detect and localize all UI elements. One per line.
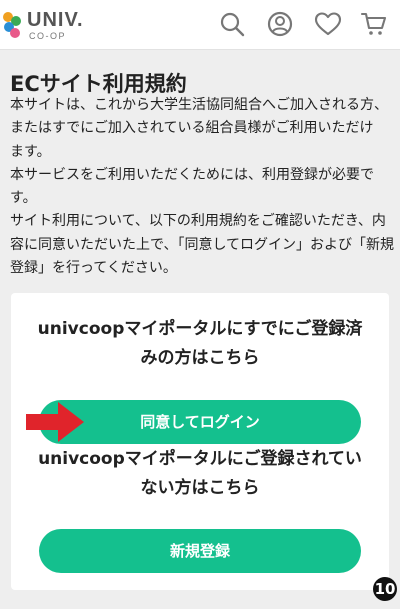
unregistered-heading-line: ない方はこちら (140, 478, 260, 498)
univ-coop-logo[interactable]: UNIV. CO-OP (2, 7, 83, 41)
intro-line: 登録」を行ってください。 (10, 260, 177, 277)
logo-text-univ: UNIV. (27, 9, 84, 31)
new-registration-button[interactable]: 新規登録 (39, 529, 361, 573)
cart-icon[interactable] (360, 10, 388, 38)
intro-line: 本サイトは、これから大学生活協同組合へご加入される方、 (10, 97, 388, 113)
intro-line: す。 (10, 190, 37, 207)
search-icon[interactable] (218, 10, 246, 38)
terms-intro-text: 本サイトは、これから大学生活協同組合へご加入される方、 またはすでにご加入されて… (10, 94, 395, 280)
registered-heading-line: みの方はこちら (140, 348, 260, 368)
account-icon[interactable] (266, 10, 294, 38)
intro-line: ます。 (10, 143, 51, 160)
intro-line: 本サービスをご利用いただくためには、利用登録が必要で (10, 166, 374, 183)
coop-logo-mark-icon (3, 12, 21, 38)
heart-icon[interactable] (314, 10, 342, 38)
unregistered-users-heading: univcoopマイポータルにご登録されてい ない方はこちら (11, 445, 389, 503)
step-number-badge: 10 (373, 577, 397, 601)
intro-line: サイト利用について、以下の利用規約をご確認いただき、内 (10, 213, 386, 230)
intro-line: またはすでにご加入されている組合員様がご利用いただけ (10, 120, 374, 137)
unregistered-heading-line: univcoopマイポータルにご登録されてい (38, 449, 362, 469)
red-pointer-arrow-icon (26, 402, 84, 442)
registered-users-heading: univcoopマイポータルにすでにご登録済 みの方はこちら (11, 315, 389, 373)
intro-line: 容に同意いただいた上で、「同意してログイン」および「新規 (10, 236, 395, 253)
agree-login-button[interactable]: 同意してログイン (39, 400, 361, 444)
site-header: UNIV. CO-OP (0, 0, 400, 50)
logo-text-coop: CO-OP (29, 31, 67, 41)
registered-heading-line: univcoopマイポータルにすでにご登録済 (37, 319, 363, 339)
